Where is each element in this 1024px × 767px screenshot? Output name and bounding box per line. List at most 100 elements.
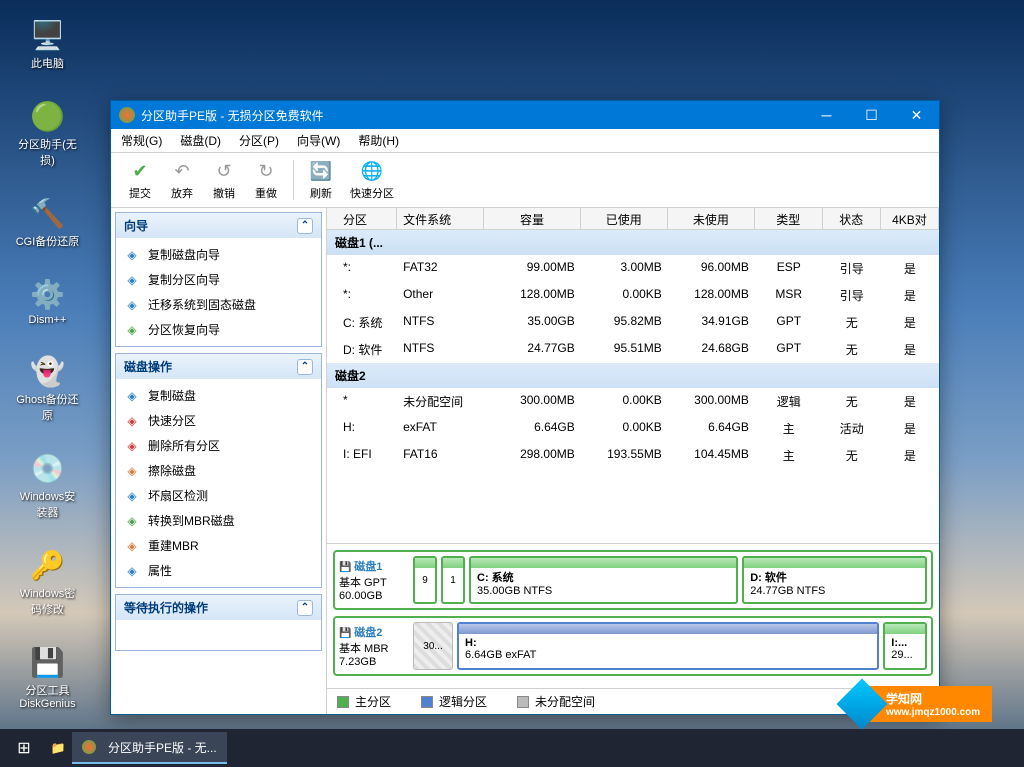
menu-item[interactable]: 常规(G) <box>121 132 162 149</box>
toolbar-label: 放弃 <box>171 185 193 201</box>
sidebar-item[interactable]: ◈复制分区向导 <box>116 267 321 292</box>
collapse-icon[interactable]: ⌃ <box>297 218 313 234</box>
table-row[interactable]: I: EFIFAT16298.00MB193.55MB104.45MB主无是 <box>327 442 939 469</box>
cell: FAT16 <box>397 445 484 466</box>
快速分区-icon: 🌐 <box>360 159 384 183</box>
legend-item: 逻辑分区 <box>421 693 487 710</box>
toolbar-label: 提交 <box>129 185 151 201</box>
cell: 6.64GB <box>484 418 581 439</box>
close-button[interactable]: ✕ <box>894 101 939 129</box>
sidebar: 向导 ⌃ ◈复制磁盘向导◈复制分区向导◈迁移系统到固态磁盘◈分区恢复向导 磁盘操… <box>111 208 327 714</box>
desktop-icon[interactable]: 🔑Windows密 码修改 <box>15 545 80 617</box>
column-header[interactable]: 容量 <box>484 208 581 229</box>
disk-map[interactable]: 💾 磁盘2基本 MBR7.23GB30...H:6.64GB exFATI:..… <box>333 616 933 676</box>
partition-block[interactable]: 1 <box>441 556 465 604</box>
toolbar-刷新[interactable]: 🔄刷新 <box>300 155 342 205</box>
desktop-icon[interactable]: 🖥️此电脑 <box>15 15 80 71</box>
menu-item[interactable]: 帮助(H) <box>358 132 399 149</box>
sidebar-item[interactable]: ◈复制磁盘 <box>116 383 321 408</box>
sidebar-item[interactable]: ◈分区恢复向导 <box>116 317 321 342</box>
cell: 是 <box>881 312 939 333</box>
desktop-icon-glyph: ⚙️ <box>28 274 68 314</box>
sidebar-item[interactable]: ◈迁移系统到固态磁盘 <box>116 292 321 317</box>
sidebar-item[interactable]: ◈属性 <box>116 558 321 583</box>
sidebar-item[interactable]: ◈坏扇区检测 <box>116 483 321 508</box>
重做-icon: ↻ <box>254 159 278 183</box>
desktop-icon[interactable]: 🟢分区助手(无 损) <box>15 96 80 168</box>
toolbar-label: 刷新 <box>310 185 332 201</box>
sidebar-item[interactable]: ◈快速分区 <box>116 408 321 433</box>
window-title: 分区助手PE版 - 无损分区免费软件 <box>141 107 804 124</box>
column-header[interactable]: 已使用 <box>581 208 668 229</box>
desktop-icon[interactable]: ⚙️Dism++ <box>15 274 80 326</box>
column-header[interactable]: 状态 <box>823 208 881 229</box>
menu-item[interactable]: 向导(W) <box>297 132 340 149</box>
cell: ESP <box>755 258 823 279</box>
partition-block[interactable]: D: 软件24.77GB NTFS <box>742 556 927 604</box>
minimize-button[interactable]: ─ <box>804 101 849 129</box>
cell: 300.00MB <box>668 391 755 412</box>
desktop-icon[interactable]: 🔨CGI备份还原 <box>15 193 80 249</box>
sidebar-item[interactable]: ◈删除所有分区 <box>116 433 321 458</box>
toolbar-撤销[interactable]: ↺撤销 <box>203 155 245 205</box>
collapse-icon[interactable]: ⌃ <box>297 359 313 375</box>
cell: 无 <box>823 445 881 466</box>
toolbar-快速分区[interactable]: 🌐快速分区 <box>342 155 402 205</box>
menu-item[interactable]: 磁盘(D) <box>180 132 221 149</box>
partition-block[interactable]: I:...29... <box>883 622 927 670</box>
desktop-icons: 🖥️此电脑 🟢分区助手(无 损) 🔨CGI备份还原 ⚙️Dism++ 👻Ghost备份还… <box>15 15 80 710</box>
cell: 104.45MB <box>668 445 755 466</box>
table-row[interactable]: C: 系统NTFS35.00GB95.82MB34.91GBGPT无是 <box>327 309 939 336</box>
desktop-icon[interactable]: 👻Ghost备份还 原 <box>15 351 80 423</box>
column-header[interactable]: 类型 <box>755 208 823 229</box>
toolbar-放弃[interactable]: ↶放弃 <box>161 155 203 205</box>
watermark: 学知网 www.jmqz1000.com <box>844 679 1024 729</box>
start-button[interactable]: ⊞ <box>4 729 44 767</box>
legend-item: 未分配空间 <box>517 693 595 710</box>
partition-block[interactable]: H:6.64GB exFAT <box>457 622 879 670</box>
maximize-button[interactable]: ☐ <box>849 101 894 129</box>
partition-block[interactable]: 9 <box>413 556 437 604</box>
sidebar-item[interactable]: ◈重建MBR <box>116 533 321 558</box>
toolbar-重做[interactable]: ↻重做 <box>245 155 287 205</box>
desktop-icon-glyph: 🖥️ <box>28 15 68 55</box>
sidebar-item[interactable]: ◈擦除磁盘 <box>116 458 321 483</box>
menu-item[interactable]: 分区(P) <box>239 132 279 149</box>
taskbar-task[interactable]: 分区助手PE版 - 无... <box>72 732 227 764</box>
cell: FAT32 <box>397 258 484 279</box>
table-row[interactable]: *:FAT3299.00MB3.00MB96.00MBESP引导是 <box>327 255 939 282</box>
disk-map[interactable]: 💾 磁盘1基本 GPT60.00GB91C: 系统35.00GB NTFSD: … <box>333 550 933 610</box>
column-header[interactable]: 文件系统 <box>397 208 484 229</box>
提交-icon: ✔ <box>128 159 152 183</box>
cell: 95.82MB <box>581 312 668 333</box>
sidebar-item[interactable]: ◈转换到MBR磁盘 <box>116 508 321 533</box>
column-header[interactable]: 未使用 <box>668 208 755 229</box>
column-header[interactable]: 分区 <box>327 208 397 229</box>
partition-block[interactable]: 30... <box>413 622 453 670</box>
table-row[interactable]: *:Other128.00MB0.00KB128.00MBMSR引导是 <box>327 282 939 309</box>
pending-panel-header[interactable]: 等待执行的操作 ⌃ <box>116 595 321 620</box>
desktop-icon-label: CGI备份还原 <box>16 233 80 249</box>
desktop-icon[interactable]: 💿Windows安 装器 <box>15 448 80 520</box>
disk-group[interactable]: 磁盘2 <box>327 363 939 388</box>
toolbar: ✔ 提交 ↶放弃↺撤销↻重做 🔄刷新🌐快速分区 <box>111 153 939 208</box>
table-row[interactable]: *未分配空间300.00MB0.00KB300.00MB逻辑无是 <box>327 388 939 415</box>
cell: MSR <box>755 285 823 306</box>
cell: 主 <box>755 418 823 439</box>
toolbar-提交[interactable]: ✔ 提交 <box>119 155 161 205</box>
taskbar-explorer-icon[interactable]: 📁 <box>48 738 68 758</box>
table-row[interactable]: D: 软件NTFS24.77GB95.51MB24.68GBGPT无是 <box>327 336 939 363</box>
diskops-panel-header[interactable]: 磁盘操作 ⌃ <box>116 354 321 379</box>
sidebar-item[interactable]: ◈复制磁盘向导 <box>116 242 321 267</box>
cell: NTFS <box>397 339 484 360</box>
partition-block[interactable]: C: 系统35.00GB NTFS <box>469 556 738 604</box>
desktop-icon[interactable]: 💾分区工具 DiskGenius <box>15 642 80 710</box>
cell: 24.77GB <box>484 339 581 360</box>
column-header[interactable]: 4KB对齐 <box>881 208 939 229</box>
cell: 引导 <box>823 258 881 279</box>
collapse-icon[interactable]: ⌃ <box>297 600 313 616</box>
wizard-panel-header[interactable]: 向导 ⌃ <box>116 213 321 238</box>
disk-group[interactable]: 磁盘1 (... <box>327 230 939 255</box>
titlebar[interactable]: 分区助手PE版 - 无损分区免费软件 ─ ☐ ✕ <box>111 101 939 129</box>
table-row[interactable]: H:exFAT6.64GB0.00KB6.64GB主活动是 <box>327 415 939 442</box>
